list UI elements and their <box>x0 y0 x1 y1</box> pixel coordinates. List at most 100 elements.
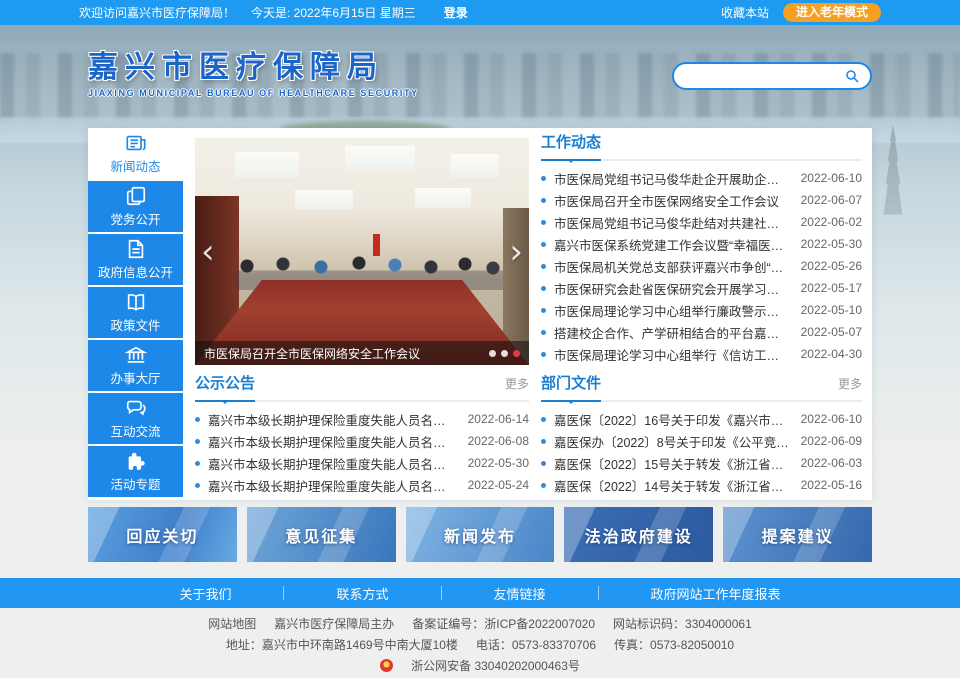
item-title: 市医保局党组书记马俊华赴企开展助企纾困活动 <box>554 169 791 188</box>
item-date: 2022-05-07 <box>801 325 862 339</box>
more-link[interactable]: 更多 <box>505 375 529 392</box>
footer-text[interactable]: 网站地图 <box>208 617 256 631</box>
carousel-dot-1[interactable] <box>501 350 508 357</box>
current-date: 今天是: 2022年6月15日 星期三 <box>251 4 416 21</box>
carousel-caption[interactable]: 市医保局召开全市医保网络安全工作会议 <box>204 345 481 362</box>
list-item[interactable]: 市医保局党组书记马俊华赴结对共建社区指导全国文...2022-06-02 <box>541 211 862 233</box>
banner-label: 意见征集 <box>285 523 357 547</box>
work-dynamics-list: 市医保局党组书记马俊华赴企开展助企纾困活动2022-06-10市医保局召开全市医… <box>541 167 862 365</box>
banner-4[interactable]: 提案建议 <box>723 507 872 562</box>
favorite-link[interactable]: 收藏本站 <box>721 4 769 21</box>
list-item[interactable]: 嘉兴市本级长期护理保险重度失能人员名单公示（2...2022-05-24 <box>195 474 529 496</box>
more-link[interactable]: 更多 <box>838 375 862 392</box>
item-date: 2022-06-08 <box>468 434 529 448</box>
list-item[interactable]: 市医保研究会赴省医保研究会开展学习交流活动2022-05-17 <box>541 277 862 299</box>
list-item[interactable]: 搭建校企合作、产学研相结合的平台嘉兴市长期护理... 2022-05-07 <box>541 321 862 343</box>
list-item[interactable]: 嘉医保〔2022〕14号关于转发《浙江省医疗保...2022-05-16 <box>541 474 862 496</box>
carousel-caption-bar: 市医保局召开全市医保网络安全工作会议 <box>195 341 529 365</box>
security-badge-icon <box>380 659 393 672</box>
elder-mode-button[interactable]: 进入老年模式 <box>783 3 881 22</box>
item-title: 市医保局机关党总支部获评嘉兴市争创“建设清廉机... <box>554 257 791 276</box>
sidebar-item-3[interactable]: 政策文件 <box>88 287 183 338</box>
section-title: 工作动态 <box>541 134 601 152</box>
bullet-icon <box>541 330 546 335</box>
sidebar-item-0[interactable]: 新闻动态 <box>88 128 183 179</box>
item-title: 市医保局理论学习中心组举行《信访工作条例》专题... <box>554 345 791 364</box>
item-title: 市医保局召开全市医保网络安全工作会议 <box>554 191 791 210</box>
footer-nav-item-3[interactable]: 政府网站工作年度报表 <box>599 584 833 603</box>
list-item[interactable]: 嘉兴市本级长期护理保险重度失能人员名单公示（2... 2022-06-08 <box>195 430 529 452</box>
security-badge-link[interactable]: 浙公网安备 33040202000463号 <box>371 659 589 673</box>
news-carousel[interactable]: ‹ › 市医保局召开全市医保网络安全工作会议 <box>195 138 529 365</box>
login-link[interactable]: 登录 <box>444 4 468 21</box>
footer-line2: 地址：嘉兴市中环南路1469号中南大厦10楼电话：0573-83370706传真… <box>0 635 960 656</box>
item-title: 嘉兴市本级长期护理保险重度失能人员名单公示（2... <box>208 476 458 495</box>
bullet-icon <box>541 264 546 269</box>
footer-text: 电话：0573-83370706 <box>476 638 596 652</box>
item-title: 市医保局党组书记马俊华赴结对共建社区指导全国文... <box>554 213 791 232</box>
list-item[interactable]: 嘉兴市医保系统党建工作会议暨“幸福医保”党建联... 2022-05-30 <box>541 233 862 255</box>
list-item[interactable]: 市医保局理论学习中心组举行廉政警示教育专题学习...2022-05-10 <box>541 299 862 321</box>
footer-nav-item-0[interactable]: 关于我们 <box>127 584 283 603</box>
item-title: 嘉兴市本级长期护理保险重度失能人员名单公示（2... <box>208 454 458 473</box>
banner-1[interactable]: 意见征集 <box>247 507 396 562</box>
footer-nav-item-2[interactable]: 友情链接 <box>442 584 598 603</box>
item-title: 嘉兴市本级长期护理保险重度失能人员名单公示（2... <box>208 432 458 451</box>
bullet-icon <box>541 198 546 203</box>
banner-label: 提案建议 <box>762 523 834 547</box>
item-date: 2022-05-30 <box>468 456 529 470</box>
item-title: 搭建校企合作、产学研相结合的平台嘉兴市长期护理... <box>554 323 791 342</box>
sidebar-item-4[interactable]: 办事大厅 <box>88 340 183 391</box>
list-item[interactable]: 市医保局机关党总支部获评嘉兴市争创“建设清廉机... 2022-05-26 <box>541 255 862 277</box>
carousel-next-icon[interactable]: › <box>509 237 523 267</box>
item-title: 嘉医保〔2022〕14号关于转发《浙江省医疗保... <box>554 476 791 495</box>
list-item[interactable]: 市医保局党组书记马俊华赴企开展助企纾困活动2022-06-10 <box>541 167 862 189</box>
sidebar-item-5[interactable]: 互动交流 <box>88 393 183 444</box>
carousel-dot-0[interactable] <box>489 350 496 357</box>
item-date: 2022-05-26 <box>801 259 862 273</box>
search-input[interactable] <box>684 68 844 84</box>
footer-nav-item-1[interactable]: 联系方式 <box>284 584 440 603</box>
bullet-icon <box>195 439 200 444</box>
list-item[interactable]: 市医保局理论学习中心组举行《信访工作条例》专题...2022-04-30 <box>541 343 862 365</box>
item-date: 2022-05-30 <box>801 237 862 251</box>
list-item[interactable]: 嘉医保〔2022〕15号关于转发《浙江省医疗保...2022-06-03 <box>541 452 862 474</box>
footer: 网站地图嘉兴市医疗保障局主办备案证编号：浙ICP备2022007020网站标识码… <box>0 614 960 677</box>
sidebar-item-2[interactable]: 政府信息公开 <box>88 234 183 285</box>
carousel-prev-icon[interactable]: ‹ <box>201 237 215 267</box>
list-item[interactable]: 嘉兴市本级长期护理保险重度失能人员名单公示（2...2022-06-14 <box>195 408 529 430</box>
section-header-notices: 公示公告 更多 <box>195 375 529 402</box>
bullet-icon <box>541 439 546 444</box>
list-item[interactable]: 市医保局召开全市医保网络安全工作会议2022-06-07 <box>541 189 862 211</box>
banner-label: 回应关切 <box>126 523 198 547</box>
quick-banner-row: 回应关切 意见征集 新闻发布法治政府建设 提案建议 <box>88 507 872 562</box>
search-icon[interactable] <box>844 68 860 84</box>
sidebar-item-label: 新闻动态 <box>110 156 160 175</box>
footer-text: 传真：0573-82050010 <box>614 638 734 652</box>
footer-line3: 浙公网安备 33040202000463号 <box>0 656 960 677</box>
bullet-icon <box>541 308 546 313</box>
chat-icon <box>125 397 147 419</box>
banner-3[interactable]: 法治政府建设 <box>564 507 713 562</box>
sidebar-item-1[interactable]: 党务公开 <box>88 181 183 232</box>
banner-2[interactable]: 新闻发布 <box>406 507 555 562</box>
sidebar-item-label: 党务公开 <box>110 209 160 228</box>
section-title: 部门文件 <box>541 375 601 393</box>
bullet-icon <box>195 461 200 466</box>
sidebar-item-label: 办事大厅 <box>110 368 160 387</box>
list-item[interactable]: 嘉医保〔2022〕16号关于印发《嘉兴市医疗保...2022-06-10 <box>541 408 862 430</box>
sidebar-item-label: 政府信息公开 <box>98 262 173 281</box>
list-item[interactable]: 嘉医保办〔2022〕8号关于印发《公平竞争审查...2022-06-09 <box>541 430 862 452</box>
sidebar-item-label: 政策文件 <box>110 315 160 334</box>
bank-icon <box>125 344 147 366</box>
carousel-dot-2[interactable] <box>513 350 520 357</box>
search-box[interactable] <box>672 62 872 90</box>
content-area: ‹ › 市医保局召开全市医保网络安全工作会议 工作动态 市医保局党组书记马俊华赴… <box>183 128 872 500</box>
sidebar-item-6[interactable]: 活动专题 <box>88 446 183 497</box>
list-item[interactable]: 嘉兴市本级长期护理保险重度失能人员名单公示（2... 2022-05-30 <box>195 452 529 474</box>
item-title: 嘉兴市本级长期护理保险重度失能人员名单公示（2... <box>208 410 458 429</box>
main-card: 新闻动态党务公开政府信息公开政策文件办事大厅互动交流活动专题 ‹ › 市医保局召… <box>88 128 872 500</box>
banner-0[interactable]: 回应关切 <box>88 507 237 562</box>
bullet-icon <box>541 483 546 488</box>
item-title: 嘉兴市医保系统党建工作会议暨“幸福医保”党建联... <box>554 235 791 254</box>
